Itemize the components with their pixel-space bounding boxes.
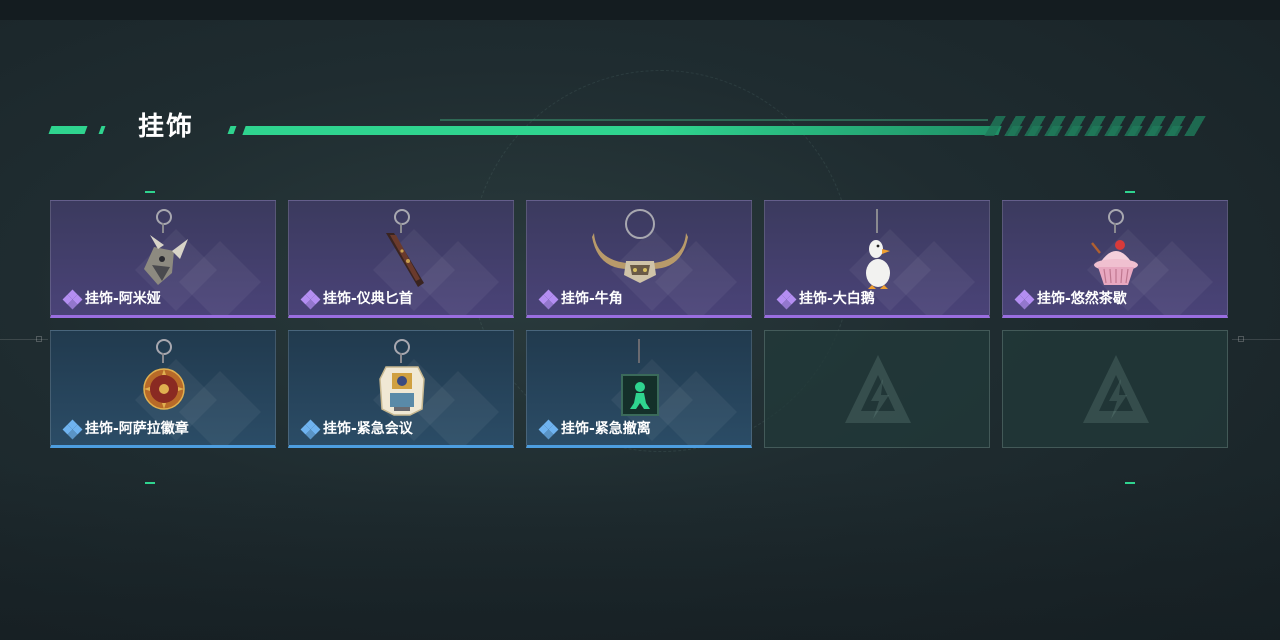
- header-accent-bar: [242, 126, 1002, 135]
- charm-card-asala-badge[interactable]: 挂饰-阿萨拉徽章: [50, 330, 276, 448]
- frame-side-dot-left: [36, 336, 42, 342]
- keyring-icon: [156, 339, 172, 355]
- rarity-blue-icon: [62, 419, 83, 440]
- keyring-icon: [1108, 209, 1124, 225]
- empty-slot-logo-icon: [1083, 355, 1149, 423]
- charm-card-amiya[interactable]: 挂饰-阿米娅: [50, 200, 276, 318]
- charm-label: 挂饰-阿萨拉徽章: [62, 419, 189, 440]
- keyring-icon: [394, 339, 410, 355]
- header-accent-small: [98, 126, 106, 134]
- section-title: 挂饰: [138, 112, 195, 142]
- charm-label: 挂饰-牛角: [538, 289, 623, 310]
- emergency-evac-charm-icon: [621, 374, 659, 416]
- header-accent-left: [48, 126, 88, 134]
- rarity-purple-icon: [776, 289, 797, 310]
- background-haze: [0, 470, 1280, 640]
- charm-label: 挂饰-大白鹅: [776, 289, 875, 310]
- charm-card-cupcake[interactable]: 挂饰-悠然茶歇: [1002, 200, 1228, 318]
- charm-label: 挂饰-阿米娅: [62, 289, 161, 310]
- rarity-purple-icon: [62, 289, 83, 310]
- charm-card-ceremonial-dagger[interactable]: 挂饰-仪典匕首: [288, 200, 514, 318]
- white-goose-charm-icon: [866, 240, 890, 289]
- charm-label: 挂饰-紧急撤离: [538, 419, 651, 440]
- charm-label: 挂饰-仪典匕首: [300, 289, 413, 310]
- rarity-purple-icon: [1014, 289, 1035, 310]
- amiya-charm-icon: [144, 235, 188, 285]
- frame-tick-bottom-right: [1125, 482, 1135, 484]
- charm-grid: 挂饰-阿米娅 挂饰-仪典匕首 挂饰-牛角 挂饰-大白鹅 挂饰-悠然茶歇 挂饰-阿…: [50, 200, 1230, 450]
- keyring-icon: [156, 209, 172, 225]
- charm-card-white-goose[interactable]: 挂饰-大白鹅: [764, 200, 990, 318]
- rarity-purple-icon: [300, 289, 321, 310]
- header-accent-small-2: [227, 126, 237, 134]
- keyring-icon: [394, 209, 410, 225]
- asala-badge-charm-icon: [143, 368, 185, 410]
- empty-slot-logo-icon: [845, 355, 911, 423]
- charm-label: 挂饰-紧急会议: [300, 419, 413, 440]
- frame-side-dot-right: [1238, 336, 1244, 342]
- section-header: 挂饰: [0, 100, 1280, 160]
- charm-card-emergency-meeting[interactable]: 挂饰-紧急会议: [288, 330, 514, 448]
- cupcake-charm-icon: [1091, 240, 1138, 285]
- frame-tick-top-left: [145, 191, 155, 193]
- top-band: [0, 0, 1280, 20]
- rarity-blue-icon: [538, 419, 559, 440]
- header-checker-pattern-2: [997, 126, 1193, 136]
- charm-label: 挂饰-悠然茶歇: [1014, 289, 1127, 310]
- emergency-meeting-charm-icon: [379, 366, 425, 416]
- charm-card-emergency-evac[interactable]: 挂饰-紧急撤离: [526, 330, 752, 448]
- rarity-blue-icon: [300, 419, 321, 440]
- ceremonial-dagger-charm-icon: [386, 233, 424, 287]
- charm-card-bull-horn[interactable]: 挂饰-牛角: [526, 200, 752, 318]
- rarity-purple-icon: [538, 289, 559, 310]
- frame-tick-top-right: [1125, 191, 1135, 193]
- bull-horn-charm-icon: [592, 233, 688, 283]
- frame-tick-bottom-left: [145, 482, 155, 484]
- empty-slot[interactable]: [1002, 330, 1228, 448]
- header-thin-line: [440, 119, 988, 121]
- empty-slot[interactable]: [764, 330, 990, 448]
